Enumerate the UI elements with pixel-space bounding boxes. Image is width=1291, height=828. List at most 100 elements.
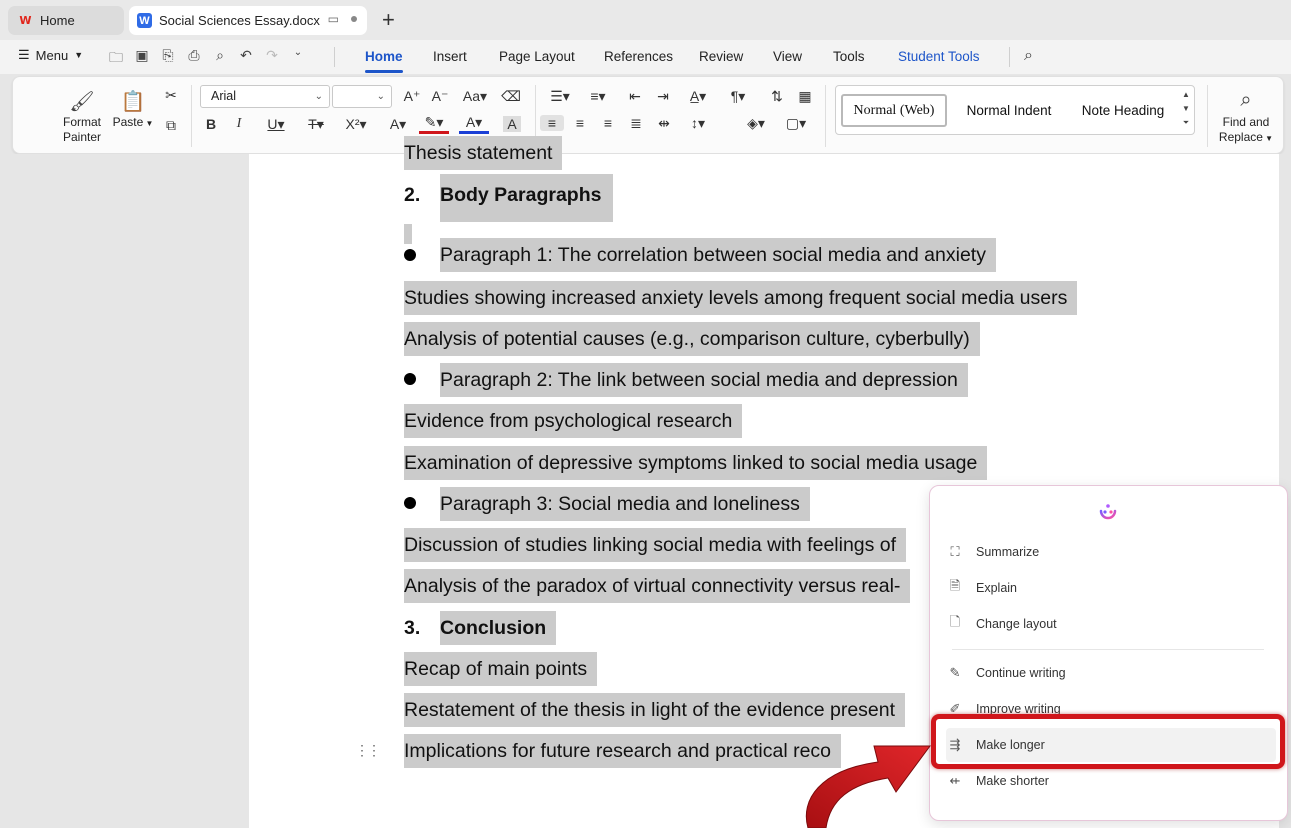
annotation-arrow-icon xyxy=(805,745,931,828)
ai-assistant-icon xyxy=(1099,504,1117,520)
tab-view[interactable]: View xyxy=(773,49,802,64)
align-left-icon[interactable]: ≡ xyxy=(540,115,564,131)
line-spacing-icon[interactable]: ↕▾ xyxy=(683,115,713,132)
underline-icon[interactable]: U▾ xyxy=(261,116,291,133)
decrease-indent-icon[interactable]: ⇤ xyxy=(623,88,647,105)
character-shading-icon[interactable]: A xyxy=(503,116,521,132)
style-note-heading[interactable]: Note Heading xyxy=(1070,94,1176,127)
find-icon: ⌕ xyxy=(1240,89,1252,111)
paste-button[interactable]: 📋 Paste ▼ xyxy=(111,89,155,131)
ai-summarize-item[interactable]: ⛶ Summarize xyxy=(946,535,1276,569)
increase-indent-icon[interactable]: ⇥ xyxy=(651,88,675,105)
shading-icon[interactable]: ◈▾ xyxy=(741,115,771,132)
make-shorter-icon: ⇷ xyxy=(949,773,961,788)
doc-paragraph-2: Paragraph 2: The link between social med… xyxy=(440,363,968,397)
tab-references[interactable]: References xyxy=(604,49,673,64)
align-right-icon[interactable]: ≡ xyxy=(596,115,620,131)
export-pdf-icon[interactable]: ⎘ xyxy=(160,47,176,71)
italic-icon[interactable]: I xyxy=(227,116,251,132)
tab-page-layout[interactable]: Page Layout xyxy=(499,49,575,64)
paragraph-mark-icon[interactable]: ¶▾ xyxy=(725,88,751,105)
justify-icon[interactable]: ≣ xyxy=(624,115,648,132)
align-center-icon[interactable]: ≡ xyxy=(568,115,592,131)
style-normal-web[interactable]: Normal (Web) xyxy=(841,94,947,127)
chinese-layout-icon[interactable]: A̲▾ xyxy=(683,88,713,105)
doc-line-p1b: Analysis of potential causes (e.g., comp… xyxy=(404,322,980,356)
ai-item-label: Change layout xyxy=(976,617,1057,631)
menu-label: Menu xyxy=(35,47,69,63)
monitor-icon[interactable]: ▭ xyxy=(328,12,339,26)
open-folder-icon[interactable]: 🗀 xyxy=(108,47,124,71)
find-replace-label-line1: Find and xyxy=(1222,115,1270,129)
ai-item-label: Continue writing xyxy=(976,666,1066,680)
bold-icon[interactable]: B xyxy=(199,116,223,132)
tab-home[interactable]: W Home xyxy=(8,6,124,35)
redo-icon[interactable]: ↷ xyxy=(264,47,280,71)
font-size-select[interactable]: ⌄ xyxy=(332,85,392,108)
font-name-select[interactable]: Arial ⌄ xyxy=(200,85,330,108)
strikethrough-icon[interactable]: T▾ xyxy=(301,116,331,133)
customize-chevron-icon[interactable]: ⌄ xyxy=(290,47,306,71)
tab-insert[interactable]: Insert xyxy=(433,49,467,64)
chevron-down-icon: ⌄ xyxy=(376,91,385,102)
expand-gallery-icon[interactable]: ⏷ xyxy=(1180,116,1192,130)
tab-tools[interactable]: Tools xyxy=(833,49,865,64)
new-tab-button[interactable]: + xyxy=(382,8,395,32)
divider xyxy=(1009,47,1010,67)
copy-icon[interactable]: ⧉ xyxy=(159,117,183,134)
tab-bar: W Home W Social Sciences Essay.docx ▭ + xyxy=(0,0,1291,40)
menu-button[interactable]: ☰ Menu ▼ xyxy=(18,47,83,63)
tab-document-label: Social Sciences Essay.docx xyxy=(159,13,320,28)
distributed-icon[interactable]: ⇹ xyxy=(652,115,676,132)
ai-explain-item[interactable]: 🗎 Explain xyxy=(946,571,1276,605)
tab-document[interactable]: W Social Sciences Essay.docx ▭ xyxy=(129,6,367,35)
drag-handle-icon[interactable]: ⋮⋮ xyxy=(355,742,381,759)
tab-home-ribbon[interactable]: Home xyxy=(365,49,403,73)
find-replace-label-line2: Replace xyxy=(1218,130,1263,144)
format-painter-button[interactable]: 🖌 Format Painter xyxy=(57,89,107,145)
borders-icon[interactable]: ▢▾ xyxy=(781,115,811,132)
change-case-icon[interactable]: Aa▾ xyxy=(459,88,491,105)
ai-make-shorter-item[interactable]: ⇷ Make shorter xyxy=(946,764,1276,798)
doc-line-c2: Restatement of the thesis in light of th… xyxy=(404,693,906,727)
tab-review[interactable]: Review xyxy=(699,49,743,64)
clear-format-icon[interactable]: ⌫ xyxy=(499,88,523,105)
grow-font-icon[interactable]: A⁺ xyxy=(400,88,424,105)
bullets-icon[interactable]: ☰▾ xyxy=(545,88,575,105)
print-preview-icon[interactable]: ⌕ xyxy=(212,47,228,71)
bullet-icon xyxy=(404,249,416,261)
ai-change-layout-item[interactable]: 🗋 Change layout xyxy=(946,607,1276,641)
find-replace-button[interactable]: ⌕ Find and Replace ▼ xyxy=(1213,89,1279,146)
bullet-icon xyxy=(404,373,416,385)
undo-icon[interactable]: ↶ xyxy=(238,47,254,71)
doc-line-p2a: Evidence from psychological research xyxy=(404,404,743,438)
shrink-font-icon[interactable]: A⁻ xyxy=(428,88,452,105)
divider xyxy=(191,85,192,147)
tab-student-tools[interactable]: Student Tools xyxy=(898,49,980,64)
sort-icon[interactable]: ⇅ xyxy=(765,88,789,105)
ai-continue-writing-item[interactable]: ✎ Continue writing xyxy=(946,656,1276,690)
annotation-highlight-box xyxy=(931,714,1285,769)
save-icon[interactable]: ▣ xyxy=(134,47,150,71)
search-icon[interactable]: ⌕ xyxy=(1024,47,1033,65)
text-effect-icon[interactable]: A▾ xyxy=(383,116,413,133)
paste-label: Paste xyxy=(112,115,144,129)
table-grid-icon[interactable]: ▦ xyxy=(793,88,817,105)
chevron-down-icon[interactable]: ▼ xyxy=(1180,102,1192,116)
bullet-icon xyxy=(404,497,416,509)
numbering-icon[interactable]: ≡▾ xyxy=(583,88,613,105)
heading-number-3: 3. xyxy=(404,617,421,639)
style-normal-indent[interactable]: Normal Indent xyxy=(956,94,1062,127)
word-doc-icon: W xyxy=(137,13,152,28)
cut-icon[interactable]: ✂ xyxy=(159,87,183,104)
heading-conclusion: Conclusion xyxy=(440,611,557,645)
doc-paragraph-3: Paragraph 3: Social media and loneliness xyxy=(440,487,810,521)
print-icon[interactable]: ⎙ xyxy=(186,47,202,71)
gallery-scroll[interactable]: ▲ ▼ ⏷ xyxy=(1180,88,1192,130)
tab-home-label: Home xyxy=(40,13,75,28)
chevron-up-icon[interactable]: ▲ xyxy=(1180,88,1192,102)
superscript-icon[interactable]: X²▾ xyxy=(341,116,371,133)
highlight-color-icon[interactable]: ✎▾ xyxy=(419,114,449,134)
menu-bar: ☰ Menu ▼ 🗀 ▣ ⎘ ⎙ ⌕ ↶ ↷ ⌄ Home Insert Pag… xyxy=(0,40,1291,74)
font-color-icon[interactable]: A▾ xyxy=(459,114,489,134)
